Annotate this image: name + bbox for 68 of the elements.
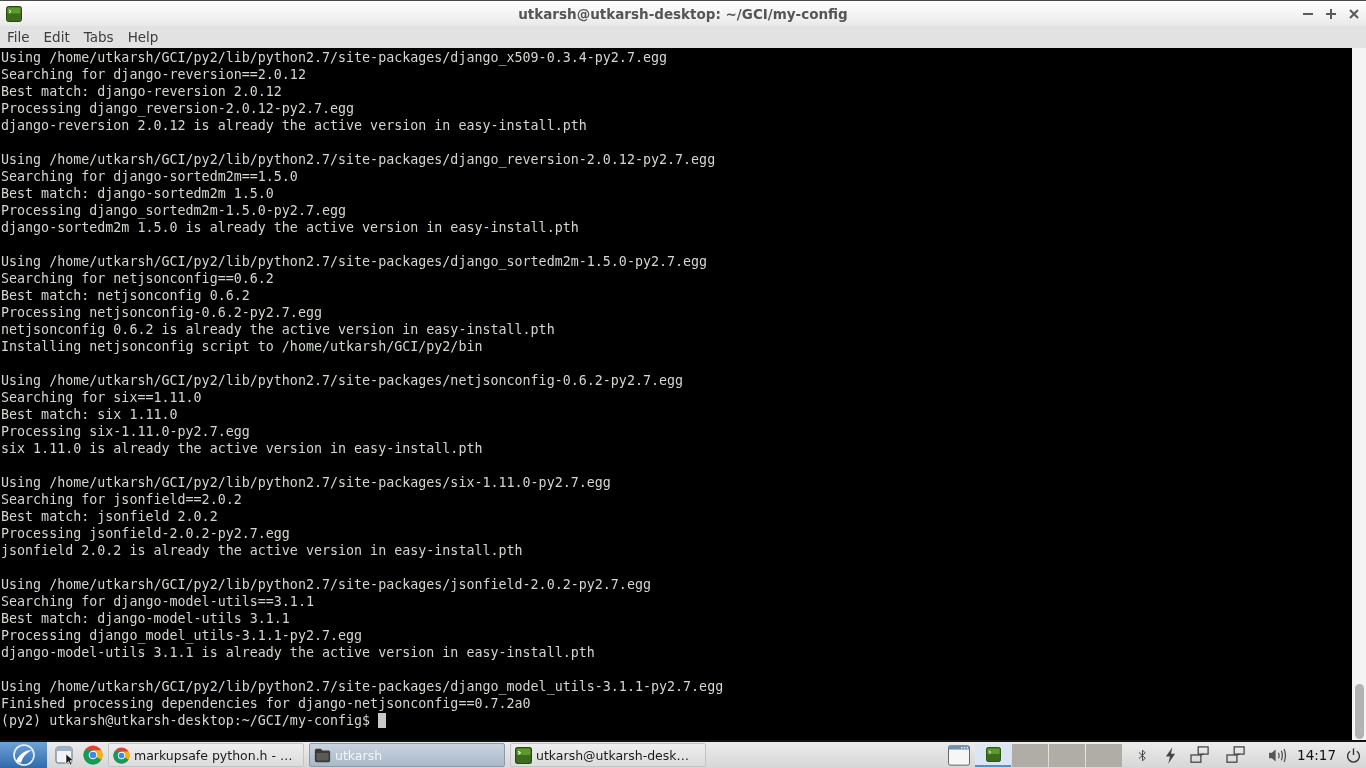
maximize-icon: [1325, 8, 1336, 19]
terminal-line: Using /home/utkarsh/GCI/py2/lib/python2.7/site-packages/netjsonconfig-0.6.2-py2.7.egg: [1, 372, 684, 389]
terminal-line: Searching for django-sortedm2m==1.5.0: [1, 168, 298, 185]
terminal-icon: [985, 746, 1001, 762]
terminal-line: Using /home/utkarsh/GCI/py2/lib/python2.7/site-packages/django_model_utils-3.1.1-py2.7.egg: [1, 678, 724, 695]
terminal-line: Using /home/utkarsh/GCI/py2/lib/python2.7/site-packages/django_sortedm2m-1.5.0-py2.7.egg: [1, 253, 708, 270]
terminal-line: django-sortedm2m 1.5.0 is already the active version in easy-install.pth: [1, 219, 579, 236]
terminal-line: Processing django_reversion-2.0.12-py2.7.egg: [1, 100, 355, 117]
power-icon[interactable]: [1346, 747, 1361, 763]
terminal-line: jsonfield 2.0.2 is already the active version in easy-install.pth: [1, 542, 523, 559]
network-icon[interactable]: [1190, 746, 1211, 764]
terminal-line: Best match: django-sortedm2m 1.5.0: [1, 185, 274, 202]
folder-icon: [314, 746, 331, 764]
terminal-line: Searching for netjsonconfig==0.6.2: [1, 270, 274, 287]
menu-item[interactable]: Help: [120, 27, 166, 47]
terminal-line: Installing netjsonconfig script to /home/utkarsh/GCI/py2/bin: [1, 338, 483, 355]
clock[interactable]: 14:17: [1297, 747, 1336, 763]
close-icon: [1348, 8, 1359, 19]
window-title: utkarsh@utkarsh-desktop: ~/GCI/my-config: [518, 5, 848, 22]
terminal-line: Processing django_sortedm2m-1.5.0-py2.7.egg: [1, 202, 347, 219]
volume-icon[interactable]: [1268, 747, 1288, 763]
terminal-icon: [515, 746, 532, 764]
network-icon[interactable]: [1226, 746, 1247, 764]
terminal-line: Finished processing dependencies for django-netjsonconfig==0.7.2a0: [1, 695, 531, 712]
terminal-line: Searching for django-model-utils==3.1.1: [1, 593, 314, 610]
menu-item[interactable]: Edit: [36, 27, 77, 47]
taskbar-window-button[interactable]: markupsafe python.h - …: [108, 743, 304, 767]
browser-launcher[interactable]: [83, 745, 103, 765]
start-menu-button[interactable]: [0, 742, 47, 768]
terminal-line: Searching for jsonfield==2.0.2: [1, 491, 242, 508]
terminal-line: Using /home/utkarsh/GCI/py2/lib/python2.7/site-packages/jsonfield-2.0.2-py2.7.egg: [1, 576, 651, 593]
minimize-icon: [1302, 12, 1313, 15]
terminal-line: netjsonconfig 0.6.2 is already the active version in easy-install.pth: [1, 321, 555, 338]
terminal-line: Processing django_model_utils-3.1.1-py2.7.egg: [1, 627, 363, 644]
terminal-line: Using /home/utkarsh/GCI/py2/lib/python2.7/site-packages/django_reversion-2.0.12-py2.7.egg: [1, 151, 716, 168]
terminal-line: Using /home/utkarsh/GCI/py2/lib/python2.7/site-packages/six-1.11.0-py2.7.egg: [1, 474, 611, 491]
desktop-pager-button[interactable]: [975, 743, 1012, 767]
window-list-button[interactable]: [948, 744, 971, 766]
taskbar-window-button[interactable]: utkarsh@utkarsh-desk…: [510, 743, 706, 767]
scrollbar-thumb[interactable]: [1354, 684, 1364, 739]
menu-item[interactable]: File: [0, 27, 37, 47]
swoosh-logo-icon: [11, 744, 36, 766]
terminal-line: Best match: django-reversion 2.0.12: [1, 83, 282, 100]
terminal-line: Best match: six 1.11.0: [1, 406, 178, 423]
file-manager-launcher[interactable]: [55, 745, 75, 765]
terminal-line: Best match: django-model-utils 3.1.1: [1, 610, 290, 627]
terminal-line: Best match: jsonfield 2.0.2: [1, 508, 218, 525]
terminal-icon: [6, 5, 22, 22]
menu-item[interactable]: Tabs: [76, 27, 121, 47]
terminal-line: Processing netjsonconfig-0.6.2-py2.7.egg: [1, 304, 322, 321]
terminal-line: django-model-utils 3.1.1 is already the active version in easy-install.pth: [1, 644, 595, 661]
terminal-line: Best match: netjsonconfig 0.6.2: [1, 287, 250, 304]
terminal-line: Processing six-1.11.0-py2.7.egg: [1, 423, 250, 440]
scrollbar[interactable]: [1352, 48, 1366, 740]
terminal-line: Searching for six==1.11.0: [1, 389, 202, 406]
browser-icon: [113, 746, 130, 764]
browser-icon: [83, 745, 103, 765]
terminal-line: Processing jsonfield-2.0.2-py2.7.egg: [1, 525, 290, 542]
lightning-bolt-icon[interactable]: [1165, 746, 1177, 764]
terminal-line: django-reversion 2.0.12 is already the active version in easy-install.pth: [1, 117, 587, 134]
window-icon: [948, 744, 971, 766]
terminal-line: Searching for django-reversion==2.0.12: [1, 66, 306, 83]
bluetooth-icon[interactable]: [1138, 747, 1148, 763]
shell-prompt: (py2) utkarsh@utkarsh-desktop:~/GCI/my-config$: [1, 712, 371, 729]
terminal-line: six 1.11.0 is already the active version in easy-install.pth: [1, 440, 483, 457]
window-cursor-icon: [55, 745, 75, 765]
block-cursor-icon: [378, 713, 387, 728]
terminal-line: Using /home/utkarsh/GCI/py2/lib/python2.7/site-packages/django_x509-0.3.4-py2.7.egg: [1, 49, 667, 66]
